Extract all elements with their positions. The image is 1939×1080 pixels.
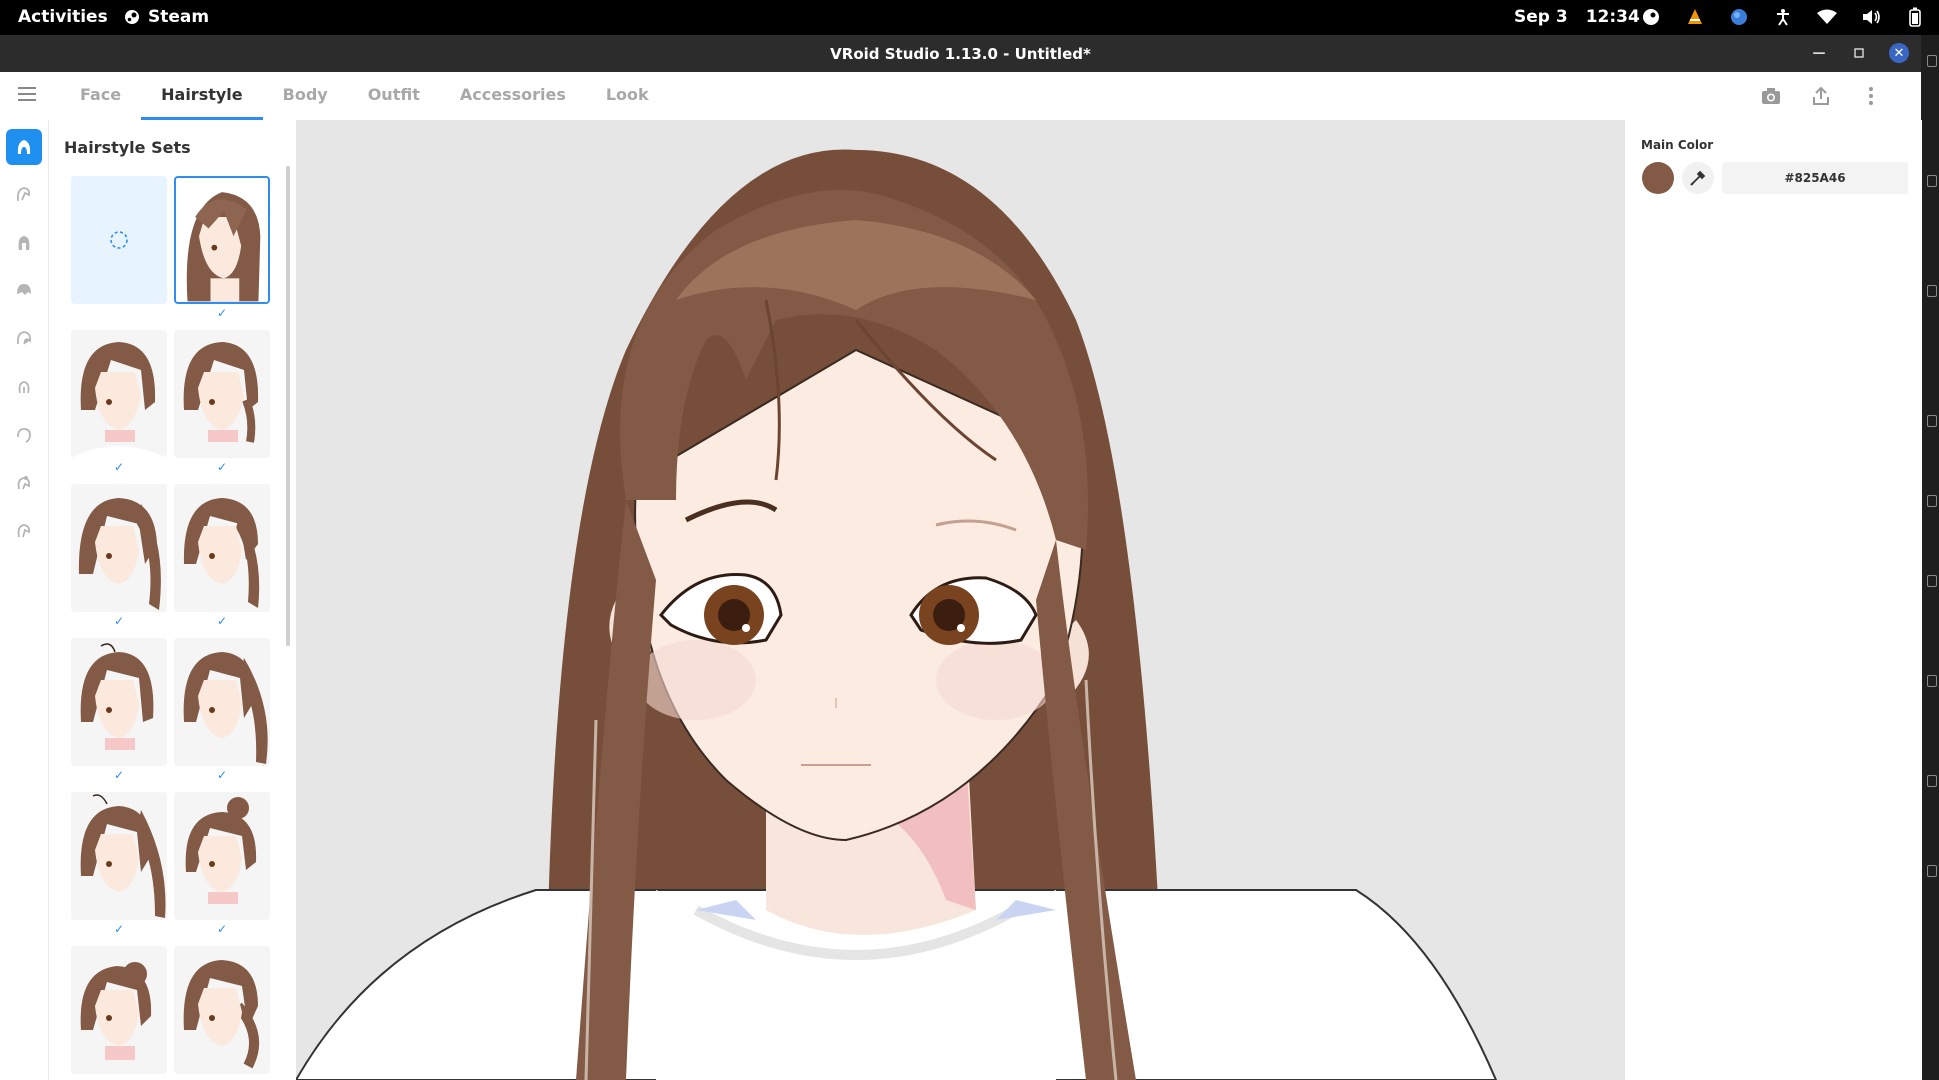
downloaded-check-icon: ✓ [216, 768, 228, 782]
tab-toolbar [1759, 84, 1883, 108]
accessibility-icon[interactable] [1772, 6, 1794, 28]
hairstyle-thumbnail [174, 792, 270, 920]
tab-look[interactable]: Look [586, 72, 669, 120]
braid-hair-icon[interactable] [6, 513, 42, 549]
eyedropper-button[interactable] [1682, 162, 1714, 194]
hairstyle-card[interactable] [174, 946, 270, 1074]
panel-scrollbar[interactable] [286, 166, 290, 646]
ahoge-icon[interactable] [6, 369, 42, 405]
hairstyle-card[interactable] [174, 638, 270, 766]
clock[interactable]: Sep 3 12:34 [1514, 7, 1640, 27]
base-hair-icon[interactable] [6, 273, 42, 309]
downloaded-check-icon: ✓ [216, 922, 228, 936]
app-menu-steam[interactable]: Steam [124, 7, 209, 27]
downloaded-check-icon: ✓ [113, 922, 125, 936]
tab-accessories[interactable]: Accessories [440, 72, 586, 120]
hairstyle-card[interactable] [174, 792, 270, 920]
hairstyle-thumbnail [71, 484, 167, 612]
hairstyle-thumbnail [71, 792, 167, 920]
hairstyle-thumbnail [174, 638, 270, 766]
bun-hair-icon[interactable] [6, 465, 42, 501]
hairstyle-thumbnail [71, 638, 167, 766]
hairstyle-card[interactable] [71, 792, 167, 920]
side-hair-icon[interactable] [6, 321, 42, 357]
tab-outfit[interactable]: Outfit [348, 72, 440, 120]
close-button[interactable]: ✕ [1889, 43, 1909, 63]
app-name: Steam [148, 7, 210, 27]
downloaded-check-icon: ✓ [113, 460, 125, 474]
category-rail [0, 120, 49, 1080]
globe-app-icon[interactable] [1728, 6, 1750, 28]
tab-face[interactable]: Face [60, 72, 141, 120]
vroid-app: Face Hairstyle Body Outfit Accessories L… [0, 72, 1922, 1080]
vlc-icon[interactable] [1684, 6, 1706, 28]
properties-panel: Main Color #825A46 [1624, 120, 1922, 1080]
camera-icon[interactable] [1759, 84, 1783, 108]
downloaded-check-icon: ✓ [113, 768, 125, 782]
battery-icon[interactable] [1904, 6, 1926, 28]
avatar-render [296, 120, 1624, 1080]
window-title-bar[interactable]: VRoid Studio 1.13.0 - Untitled* — ✕ [0, 35, 1921, 72]
activities-button[interactable]: Activities [18, 7, 108, 27]
main-color-hex-input[interactable]: #825A46 [1722, 162, 1908, 194]
hairstyle-card[interactable] [174, 330, 270, 458]
front-hair-icon[interactable] [6, 177, 42, 213]
window-controls: — ✕ [1809, 43, 1909, 63]
hairstyle-sets-panel: Hairstyle Sets ✓ ✓ ✓ ✓ ✓ ✓ ✓ ✓ ✓ [49, 120, 296, 1080]
steam-tray-icon[interactable] [1640, 6, 1662, 28]
background-window-edge [1921, 35, 1939, 1080]
tab-body[interactable]: Body [263, 72, 348, 120]
hairstyle-thumbnail [174, 330, 270, 458]
main-color-label: Main Color [1641, 138, 1714, 152]
tab-list: Face Hairstyle Body Outfit Accessories L… [60, 72, 669, 120]
date-label: Sep 3 [1514, 7, 1568, 27]
panel-title: Hairstyle Sets [64, 138, 191, 157]
hairstyle-card[interactable] [71, 330, 167, 458]
hairstyle-thumbnail [174, 484, 270, 612]
wifi-icon[interactable] [1816, 6, 1838, 28]
hairstyle-thumbnail [71, 946, 167, 1074]
hairstyle-thumbnail [71, 330, 167, 458]
main-color-swatch[interactable] [1642, 162, 1674, 194]
maximize-button[interactable] [1849, 43, 1869, 63]
tab-hairstyle[interactable]: Hairstyle [141, 72, 263, 120]
back-hair-icon[interactable] [6, 225, 42, 261]
hairstyle-sets-icon[interactable] [6, 129, 42, 165]
export-icon[interactable] [1809, 84, 1833, 108]
hairstyle-card[interactable] [174, 484, 270, 612]
time-label: 12:34 [1585, 7, 1640, 27]
downloaded-check-icon: ✓ [216, 306, 228, 320]
downloaded-check-icon: ✓ [113, 614, 125, 628]
hairstyle-thumbnail [176, 178, 268, 302]
tail-hair-icon[interactable] [6, 417, 42, 453]
add-hairstyle-icon [110, 231, 128, 249]
menu-icon[interactable] [18, 87, 36, 101]
window-title: VRoid Studio 1.13.0 - Untitled* [830, 45, 1091, 63]
hairstyle-card[interactable] [71, 484, 167, 612]
new-hairstyle-card[interactable] [71, 176, 167, 304]
volume-icon[interactable] [1860, 6, 1882, 28]
system-tray [1640, 6, 1926, 28]
hairstyle-thumbnail [174, 946, 270, 1074]
minimize-button[interactable]: — [1809, 43, 1829, 63]
eyedropper-icon [1690, 170, 1706, 186]
hairstyle-card[interactable] [174, 176, 270, 304]
downloaded-check-icon: ✓ [216, 614, 228, 628]
steam-icon [125, 10, 139, 24]
downloaded-check-icon: ✓ [216, 460, 228, 474]
model-viewport[interactable] [296, 120, 1624, 1080]
more-options-icon[interactable] [1859, 84, 1883, 108]
system-top-bar: Activities Steam Sep 3 12:34 [0, 0, 1939, 35]
tab-bar: Face Hairstyle Body Outfit Accessories L… [0, 72, 1921, 121]
hairstyle-card[interactable] [71, 638, 167, 766]
hairstyle-card[interactable] [71, 946, 167, 1074]
